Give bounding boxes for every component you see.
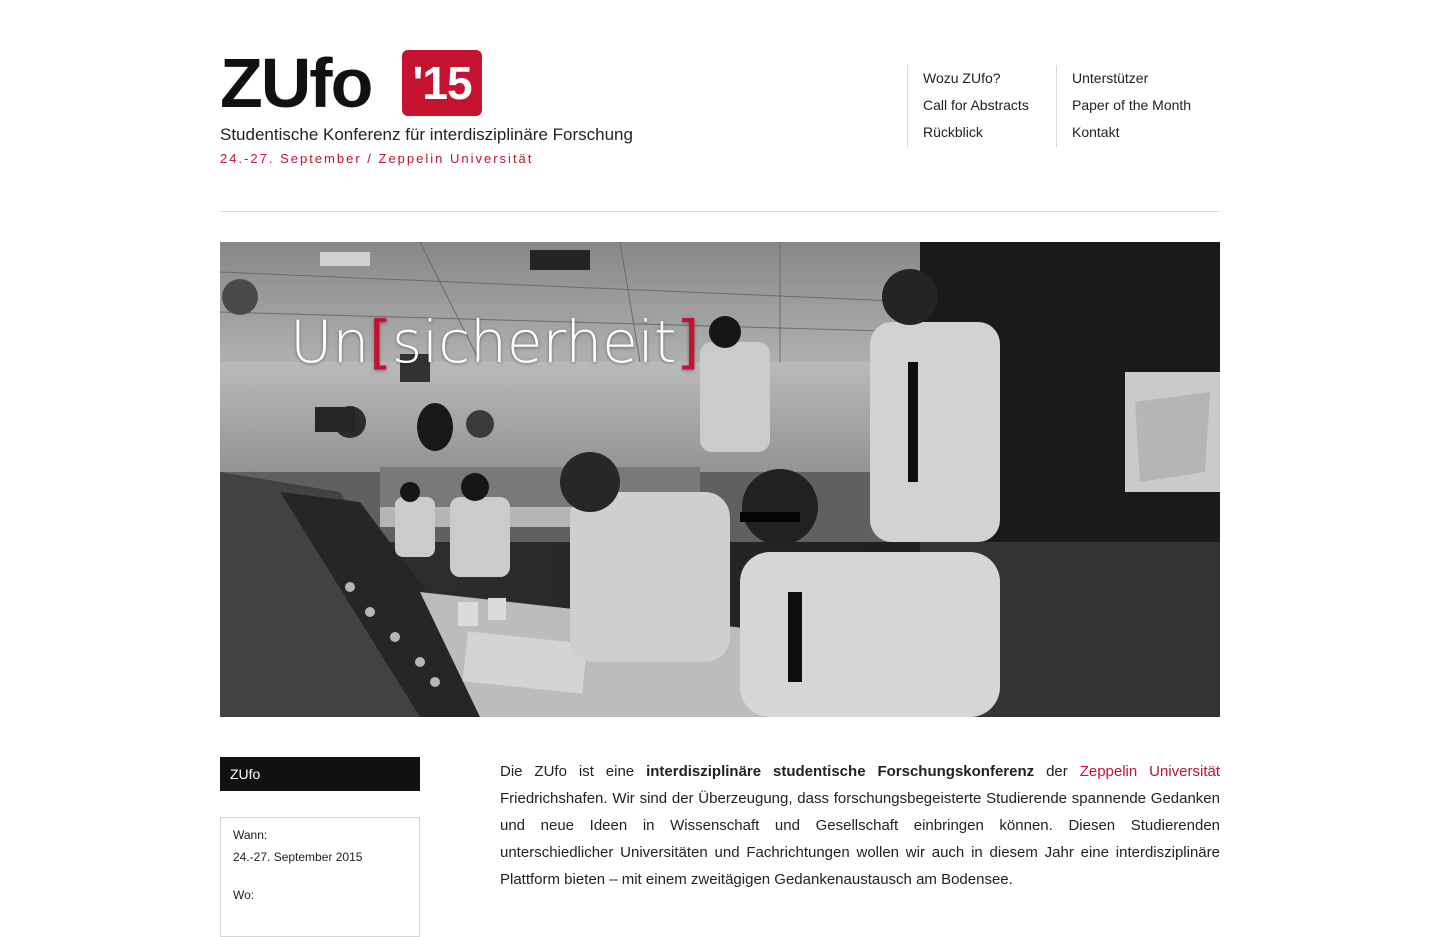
where-label: Wo: <box>233 888 255 902</box>
sidebar-info-box: Wann: 24.-27. September 2015 Wo: <box>220 817 420 937</box>
nav-link-wozu-zufo[interactable]: Wozu ZUfo? <box>923 65 1053 92</box>
hero-title-prefix: Un <box>290 308 370 376</box>
site-tagline: Studentische Konferenz für interdiszipli… <box>220 125 633 144</box>
when-value: 24.-27. September 2015 <box>233 850 363 864</box>
page: ZUfo '15 Studentische Konferenz für inte… <box>220 0 1222 937</box>
main-nav-column-2: Unterstützer Paper of the Month Kontakt <box>1056 65 1222 147</box>
logo-year-badge: '15 <box>402 50 482 116</box>
hero-title: Un[sicherheit] <box>290 308 699 376</box>
zeppelin-universitaet-link[interactable]: Zeppelin Universität <box>1080 763 1220 780</box>
event-dates: 24.-27. September / Zeppelin Universität <box>220 151 534 166</box>
nav-link-kontakt[interactable]: Kontakt <box>1072 119 1222 146</box>
logo-wordmark: ZUfo <box>220 44 373 122</box>
main-nav-column-1: Wozu ZUfo? Call for Abstracts Rückblick <box>907 65 1053 147</box>
sidebar-heading: ZUfo <box>220 757 420 791</box>
intro-paragraph: Die ZUfo ist eine interdisziplinäre stud… <box>500 758 1220 893</box>
nav-link-rueckblick[interactable]: Rückblick <box>923 119 1053 146</box>
intro-bold: interdisziplinäre studentische Forschung… <box>646 763 1035 780</box>
nav-link-paper-of-the-month[interactable]: Paper of the Month <box>1072 92 1222 119</box>
hero-title-bracket-close: ] <box>676 308 700 376</box>
intro-text-1: Die ZUfo ist eine <box>500 763 647 780</box>
hero-banner: Un[sicherheit] <box>220 242 1220 717</box>
intro-text-3: Friedrichshafen. Wir sind der Überzeugun… <box>500 790 1220 888</box>
nav-link-call-for-abstracts[interactable]: Call for Abstracts <box>923 92 1053 119</box>
nav-link-unterstuetzer[interactable]: Unterstützer <box>1072 65 1222 92</box>
header-divider <box>220 211 1220 212</box>
when-label: Wann: <box>233 828 268 842</box>
hero-title-bracket-open: [ <box>369 308 392 376</box>
intro-text-2: der <box>1034 763 1080 780</box>
hero-title-word: sicherheit <box>391 308 677 376</box>
